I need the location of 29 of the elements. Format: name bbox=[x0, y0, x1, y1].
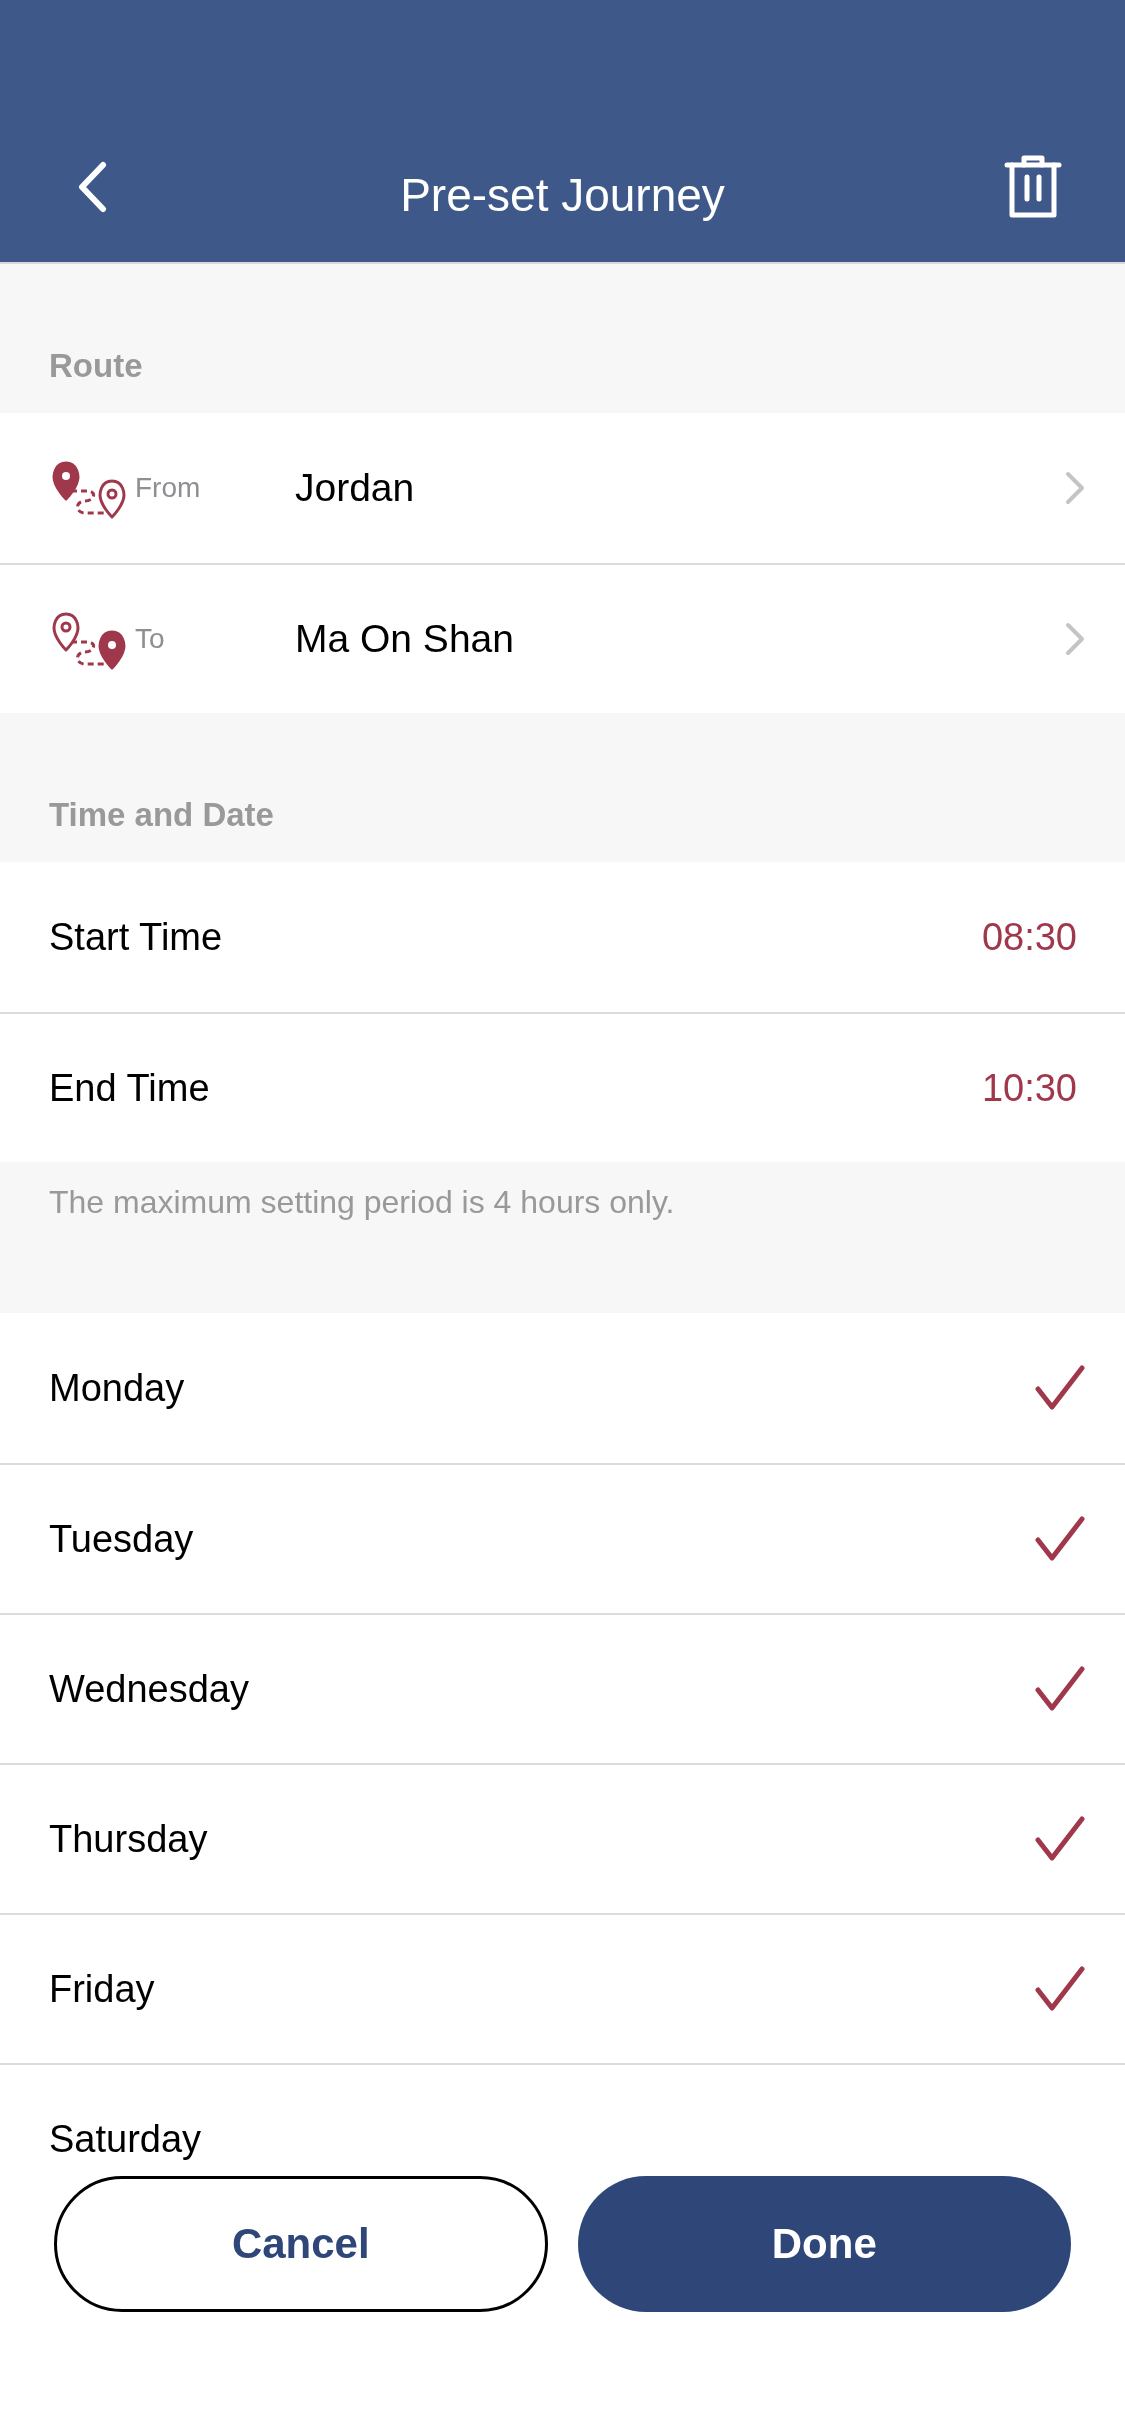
day-label: Saturday bbox=[49, 2117, 203, 2161]
done-button[interactable]: Done bbox=[577, 2176, 1071, 2312]
chevron-icon bbox=[1065, 622, 1085, 656]
chevron-icon bbox=[1065, 471, 1085, 505]
route-label: From bbox=[135, 472, 202, 504]
checkmark-icon bbox=[1035, 1365, 1085, 1411]
day-label: Tuesday bbox=[49, 1517, 195, 1561]
section-heading: Route bbox=[49, 347, 143, 385]
trash-icon bbox=[1004, 153, 1062, 221]
page-title: Pre-set Journey bbox=[400, 168, 725, 222]
route-label: To bbox=[135, 623, 166, 655]
day-label: Friday bbox=[49, 1967, 156, 2011]
route-value: Jordan bbox=[295, 466, 416, 510]
back-icon bbox=[77, 161, 107, 213]
day-label: Thursday bbox=[49, 1817, 209, 1861]
time-value: 08:30 bbox=[981, 915, 1077, 959]
checkmark-icon bbox=[1035, 1666, 1085, 1712]
checkmark-icon bbox=[1035, 1516, 1085, 1562]
day-label: Monday bbox=[49, 1366, 186, 1410]
section-heading: Time and Date bbox=[49, 796, 274, 834]
checkmark-icon bbox=[1035, 1966, 1085, 2012]
route-value: Ma On Shan bbox=[295, 617, 515, 661]
time-label: Start Time bbox=[49, 915, 224, 959]
cancel-button[interactable]: Cancel bbox=[54, 2176, 548, 2312]
day-label: Wednesday bbox=[49, 1667, 250, 1711]
time-value: 10:30 bbox=[981, 1066, 1077, 1110]
note-text: The maximum setting period is 4 hours only. bbox=[49, 1184, 675, 1220]
time-label: End Time bbox=[49, 1066, 211, 1110]
checkmark-icon bbox=[1035, 1816, 1085, 1862]
